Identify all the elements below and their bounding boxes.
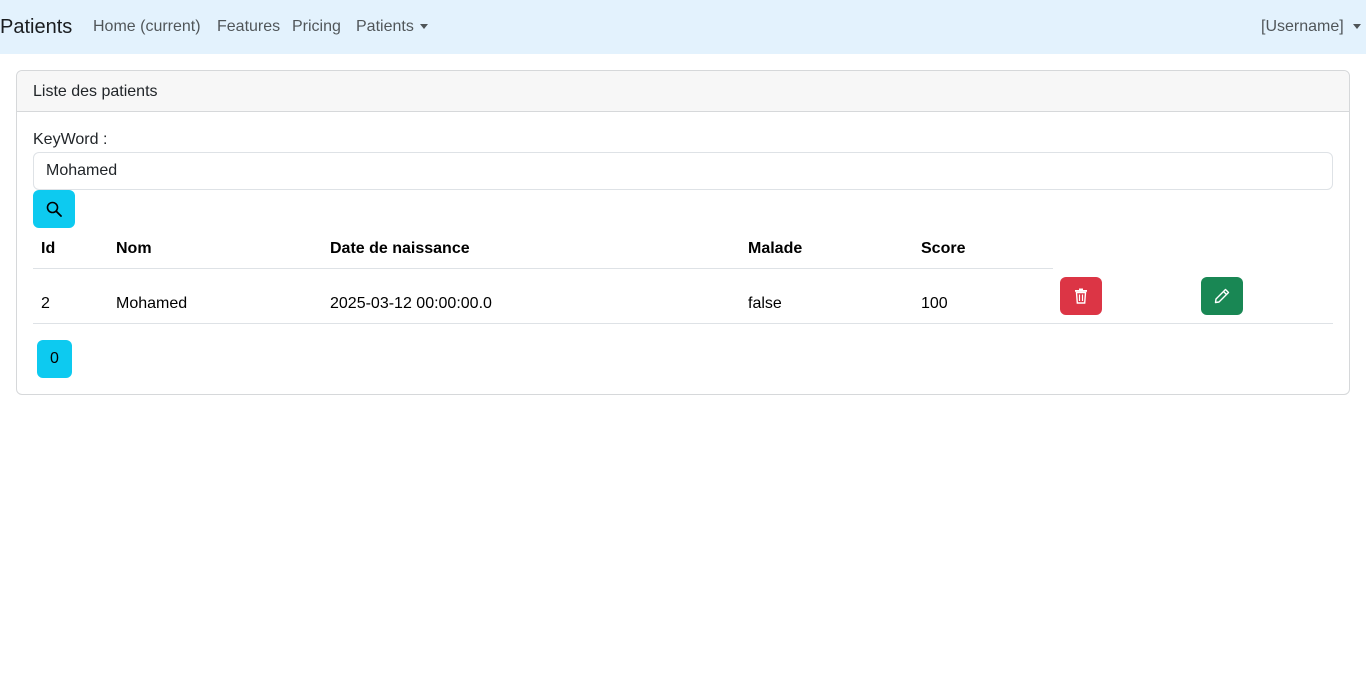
search-icon (46, 201, 62, 217)
cell-date: 2025-03-12 00:00:00.0 (330, 295, 492, 312)
card-header: Liste des patients (17, 71, 1349, 112)
table-row-divider (33, 323, 1333, 324)
col-header-malade: Malade (748, 240, 803, 257)
user-dropdown-label: [Username] (1261, 18, 1344, 35)
nav-dropdown-patients-label: Patients (356, 18, 414, 35)
search-button[interactable] (33, 190, 75, 228)
edit-button[interactable] (1201, 277, 1243, 315)
cell-malade: false (748, 295, 782, 312)
trash-icon (1075, 288, 1087, 304)
table-header-divider (33, 268, 1053, 269)
cell-nom: Mohamed (116, 295, 188, 312)
delete-button[interactable] (1060, 277, 1102, 315)
navbar-brand[interactable]: Patients (0, 15, 72, 39)
cell-id: 2 (41, 295, 50, 312)
keyword-label: KeyWord : (33, 131, 108, 148)
nav-link-pricing[interactable]: Pricing (292, 17, 341, 37)
page-button[interactable]: 0 (37, 340, 72, 378)
col-header-score: Score (921, 240, 966, 257)
nav-link-home[interactable]: Home (current) (93, 17, 201, 37)
nav-link-features[interactable]: Features (217, 17, 280, 37)
caret-down-icon (419, 24, 428, 30)
col-header-date: Date de naissance (330, 240, 470, 257)
nav-dropdown-patients[interactable]: Patients (356, 17, 428, 37)
keyword-input[interactable] (33, 152, 1333, 190)
col-header-nom: Nom (116, 240, 152, 257)
caret-down-icon (1352, 24, 1361, 30)
user-dropdown[interactable]: [Username] (1261, 17, 1361, 37)
cell-score: 100 (921, 295, 948, 312)
card-title: Liste des patients (33, 83, 158, 100)
patients-card: Liste des patients (16, 70, 1350, 395)
pencil-icon (1214, 288, 1230, 304)
top-navbar: Patients Home (current) Features Pricing… (0, 0, 1366, 54)
col-header-id: Id (41, 240, 56, 257)
